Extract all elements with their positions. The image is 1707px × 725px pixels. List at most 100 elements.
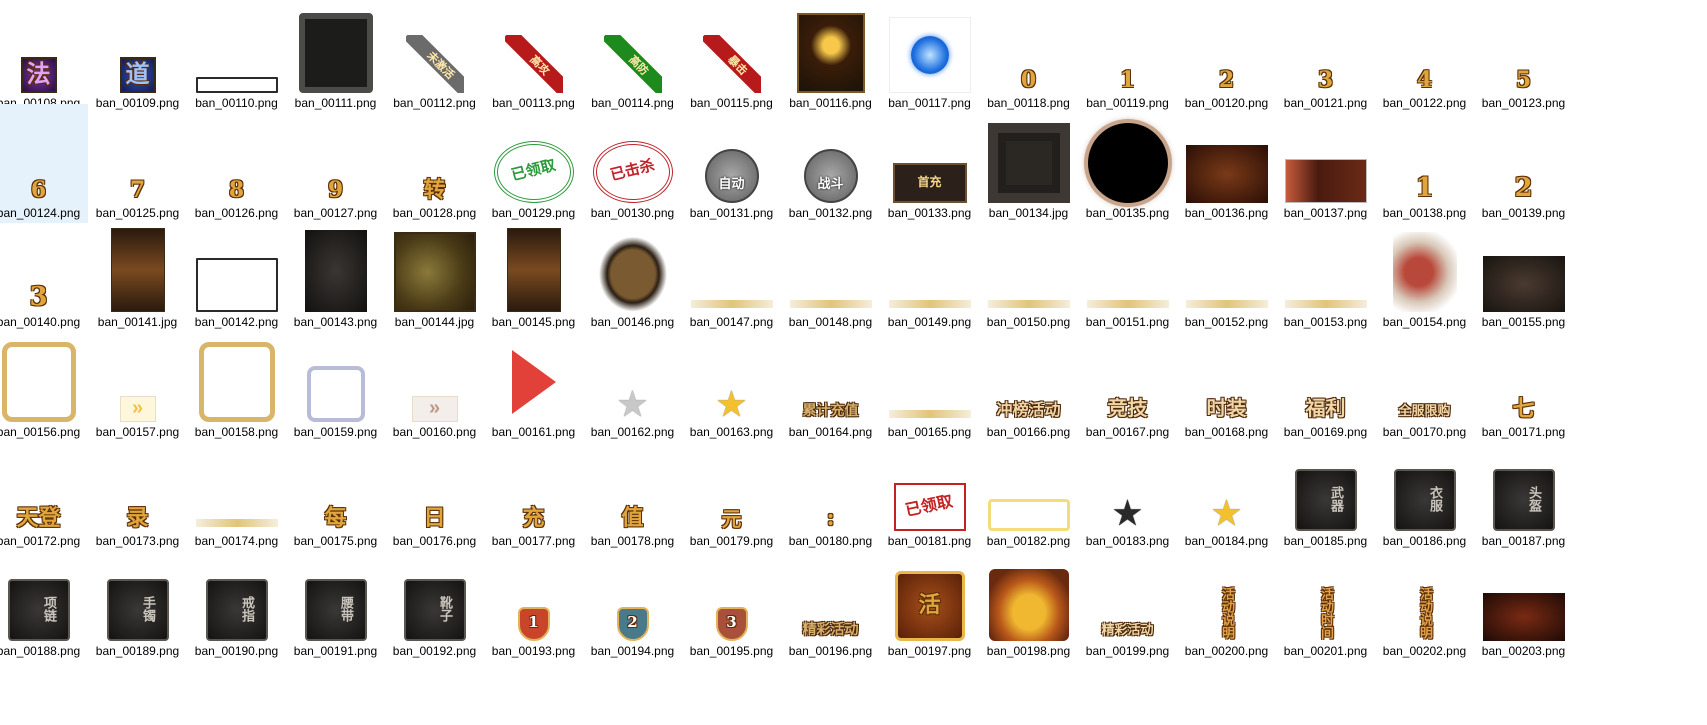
file-item[interactable]: ban_00142.png bbox=[187, 213, 286, 332]
file-item[interactable]: ★ ban_00183.png bbox=[1078, 432, 1177, 551]
file-item[interactable]: 手镯 ban_00189.png bbox=[88, 542, 187, 661]
file-item[interactable]: 头盔 ban_00187.png bbox=[1474, 432, 1573, 551]
file-item[interactable]: 靴子 ban_00192.png bbox=[385, 542, 484, 661]
file-item[interactable]: ban_00151.png bbox=[1078, 213, 1177, 332]
file-item[interactable]: 3 ban_00140.png bbox=[0, 213, 88, 332]
file-item[interactable]: ban_00143.png bbox=[286, 213, 385, 332]
file-item[interactable]: ban_00147.png bbox=[682, 213, 781, 332]
file-item[interactable]: 战斗 ban_00132.png bbox=[781, 104, 880, 223]
file-item[interactable]: 腰带 ban_00191.png bbox=[286, 542, 385, 661]
file-item[interactable]: ban_00144.jpg bbox=[385, 213, 484, 332]
file-item[interactable]: 首充 ban_00133.png bbox=[880, 104, 979, 223]
file-item[interactable]: 9 ban_00127.png bbox=[286, 104, 385, 223]
file-item[interactable]: ban_00182.png bbox=[979, 432, 1078, 551]
file-item[interactable]: 天登 ban_00172.png bbox=[0, 432, 88, 551]
file-item[interactable]: 4 ban_00122.png bbox=[1375, 0, 1474, 113]
file-item[interactable]: 高攻 ban_00113.png bbox=[484, 0, 583, 113]
file-item[interactable]: 1 ban_00138.png bbox=[1375, 104, 1474, 223]
file-item[interactable]: 七 ban_00171.png bbox=[1474, 323, 1573, 442]
file-item[interactable]: 未激活 ban_00112.png bbox=[385, 0, 484, 113]
thumbnail-glyph: 暴击 bbox=[725, 52, 750, 78]
file-item[interactable]: ban_00135.png bbox=[1078, 104, 1177, 223]
file-item[interactable]: ban_00154.png bbox=[1375, 213, 1474, 332]
file-item[interactable]: 已领取 ban_00129.png bbox=[484, 104, 583, 223]
file-item[interactable]: 8 ban_00126.png bbox=[187, 104, 286, 223]
file-item[interactable]: ban_00159.png bbox=[286, 323, 385, 442]
file-item[interactable]: ban_00152.png bbox=[1177, 213, 1276, 332]
file-item[interactable]: 0 ban_00118.png bbox=[979, 0, 1078, 113]
file-item[interactable]: 自动 ban_00131.png bbox=[682, 104, 781, 223]
file-item[interactable]: 1 ban_00119.png bbox=[1078, 0, 1177, 113]
file-item[interactable]: 活 ban_00197.png bbox=[880, 542, 979, 661]
file-item[interactable]: ban_00146.png bbox=[583, 213, 682, 332]
file-item[interactable]: ban_00158.png bbox=[187, 323, 286, 442]
file-item[interactable]: ban_00137.png bbox=[1276, 104, 1375, 223]
file-thumbnail: 道 bbox=[93, 0, 182, 93]
file-item[interactable]: 戒指 ban_00190.png bbox=[187, 542, 286, 661]
file-item[interactable]: 冲榜活动 ban_00166.png bbox=[979, 323, 1078, 442]
file-item[interactable]: 2 ban_00194.png bbox=[583, 542, 682, 661]
file-item[interactable]: ban_00134.jpg bbox=[979, 104, 1078, 223]
file-item[interactable]: 武器 ban_00185.png bbox=[1276, 432, 1375, 551]
file-item[interactable]: 2 ban_00139.png bbox=[1474, 104, 1573, 223]
file-item[interactable]: ban_00136.png bbox=[1177, 104, 1276, 223]
file-item[interactable]: ban_00148.png bbox=[781, 213, 880, 332]
file-item[interactable]: ban_00110.png bbox=[187, 0, 286, 113]
file-item[interactable]: 5 ban_00123.png bbox=[1474, 0, 1573, 113]
thumbnail-glyph: ★ bbox=[1113, 494, 1142, 532]
file-item[interactable]: 活动说明 ban_00200.png bbox=[1177, 542, 1276, 661]
file-item[interactable]: ban_00149.png bbox=[880, 213, 979, 332]
file-item[interactable]: 衣服 ban_00186.png bbox=[1375, 432, 1474, 551]
file-item[interactable]: ban_00155.png bbox=[1474, 213, 1573, 332]
file-item[interactable]: : ban_00180.png bbox=[781, 432, 880, 551]
file-item[interactable]: ban_00198.png bbox=[979, 542, 1078, 661]
file-item[interactable]: » ban_00160.png bbox=[385, 323, 484, 442]
file-item[interactable]: 项链 ban_00188.png bbox=[0, 542, 88, 661]
file-item[interactable]: ban_00165.png bbox=[880, 323, 979, 442]
file-item[interactable]: ban_00111.png bbox=[286, 0, 385, 113]
file-item[interactable]: 值 ban_00178.png bbox=[583, 432, 682, 551]
file-item[interactable]: 2 ban_00120.png bbox=[1177, 0, 1276, 113]
file-item[interactable]: 日 ban_00176.png bbox=[385, 432, 484, 551]
file-item[interactable]: ban_00117.png bbox=[880, 0, 979, 113]
file-item[interactable]: 7 ban_00125.png bbox=[88, 104, 187, 223]
file-item[interactable]: 3 ban_00121.png bbox=[1276, 0, 1375, 113]
file-item[interactable]: ban_00153.png bbox=[1276, 213, 1375, 332]
file-item[interactable]: 已击杀 ban_00130.png bbox=[583, 104, 682, 223]
file-item[interactable]: 精彩活动 ban_00196.png bbox=[781, 542, 880, 661]
file-item[interactable]: ban_00174.png bbox=[187, 432, 286, 551]
file-item[interactable]: 元 ban_00179.png bbox=[682, 432, 781, 551]
file-item[interactable]: ban_00145.png bbox=[484, 213, 583, 332]
file-item[interactable]: 已领取 ban_00181.png bbox=[880, 432, 979, 551]
file-item[interactable]: 高防 ban_00114.png bbox=[583, 0, 682, 113]
file-item[interactable]: » ban_00157.png bbox=[88, 323, 187, 442]
file-item[interactable]: 6 ban_00124.png bbox=[0, 103, 88, 223]
file-item[interactable]: ban_00156.png bbox=[0, 323, 88, 442]
file-item[interactable]: 精彩活动 ban_00199.png bbox=[1078, 542, 1177, 661]
file-item[interactable]: ban_00203.png bbox=[1474, 542, 1573, 661]
file-item[interactable]: 福利 ban_00169.png bbox=[1276, 323, 1375, 442]
file-item[interactable]: 录 ban_00173.png bbox=[88, 432, 187, 551]
file-item[interactable]: ban_00150.png bbox=[979, 213, 1078, 332]
file-item[interactable]: 时装 ban_00168.png bbox=[1177, 323, 1276, 442]
file-item[interactable]: 法ban_00108.png bbox=[0, 0, 88, 113]
file-item[interactable]: ban_00141.jpg bbox=[88, 213, 187, 332]
file-item[interactable]: 1 ban_00193.png bbox=[484, 542, 583, 661]
file-item[interactable]: 充 ban_00177.png bbox=[484, 432, 583, 551]
file-item[interactable]: 3 ban_00195.png bbox=[682, 542, 781, 661]
file-item[interactable]: 活动说明 ban_00202.png bbox=[1375, 542, 1474, 661]
file-item[interactable]: 转 ban_00128.png bbox=[385, 104, 484, 223]
file-item[interactable]: 竞技 ban_00167.png bbox=[1078, 323, 1177, 442]
file-item[interactable]: ★ ban_00184.png bbox=[1177, 432, 1276, 551]
file-item[interactable]: 活动时间 ban_00201.png bbox=[1276, 542, 1375, 661]
file-item[interactable]: 暴击 ban_00115.png bbox=[682, 0, 781, 113]
file-item[interactable]: 累计充值 ban_00164.png bbox=[781, 323, 880, 442]
file-item[interactable]: ban_00116.png bbox=[781, 0, 880, 113]
file-item[interactable]: 每 ban_00175.png bbox=[286, 432, 385, 551]
equip-slot-icon: 手镯 bbox=[106, 578, 169, 641]
file-item[interactable]: ban_00161.png bbox=[484, 323, 583, 442]
file-item[interactable]: 道 ban_00109.png bbox=[88, 0, 187, 113]
file-item[interactable]: 全服限购 ban_00170.png bbox=[1375, 323, 1474, 442]
file-item[interactable]: ★ ban_00163.png bbox=[682, 323, 781, 442]
file-item[interactable]: ★ ban_00162.png bbox=[583, 323, 682, 442]
